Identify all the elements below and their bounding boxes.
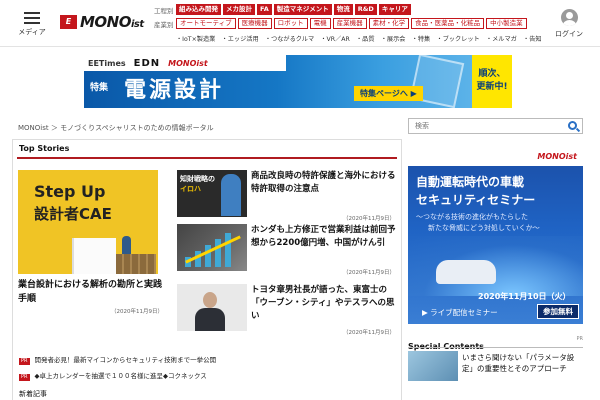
site-header: メディア E MONOist 工程別 組み込み開発 メカ設計 FA 製造マネジメント物…: [0, 0, 600, 47]
join-free-button[interactable]: 参加無料: [537, 304, 579, 319]
ad-headline: 自動運転時代の車載: [416, 175, 525, 189]
banner-title: 電源設計: [124, 78, 225, 103]
pr-badge: PR: [19, 374, 30, 381]
banner-cta-button[interactable]: 特集ページへ ▶: [354, 86, 423, 101]
nav-tag[interactable]: 製造マネジメント: [273, 4, 332, 15]
nav-tag[interactable]: FA: [257, 4, 272, 15]
feature-date: （2020年11月9日）: [111, 309, 163, 315]
breadcrumb[interactable]: MONOist ＞ モノづくりスペシャリストのための情報ポータル: [18, 123, 214, 133]
nav-tag[interactable]: メカ設計: [223, 4, 255, 15]
growth-arrow-icon: [185, 235, 241, 264]
pr-news-item[interactable]: PR ◆卓上カレンダーを抽選で１００名様に進呈◆コクネックス: [19, 370, 207, 381]
ad-brand-logo: MONOist: [537, 152, 577, 161]
section-divider: [17, 157, 397, 159]
eetimes-logo: EETimes: [88, 58, 126, 68]
nav-tag[interactable]: 中小製造業: [486, 18, 527, 29]
banner-update-note: 順次、 更新中!: [472, 55, 512, 108]
pr-label: PR: [576, 336, 584, 342]
special-item[interactable]: いまさら聞けない「パラメータ設定」の重要性とそのアプローチ: [408, 351, 583, 381]
nav-tag[interactable]: 素材・化学: [368, 18, 410, 29]
section-title: Top Stories: [19, 144, 70, 153]
ad-road-graphic: [408, 236, 583, 296]
logo-text: MONOist: [80, 13, 144, 31]
story-date: （2020年11月9日）: [343, 330, 395, 336]
story-headline[interactable]: ホンダも上方修正で営業利益は前回予想から2200億円増、中国がけん引: [251, 224, 397, 250]
story-date: （2020年11月9日）: [343, 270, 395, 276]
special-thumbnail[interactable]: [408, 351, 458, 381]
story-thumbnail[interactable]: [177, 284, 247, 331]
nav-industry-label: 産業別: [154, 20, 174, 29]
search-input[interactable]: [409, 119, 559, 133]
ad-live-label: ▶ ライブ配信セミナー: [422, 308, 498, 317]
speaker-suit: [195, 308, 225, 331]
newest-articles-heading: 新着記事: [19, 390, 47, 398]
nav-process: 工程別 組み込み開発 メカ設計 FA 製造マネジメント 物流 R&D キャリア: [154, 3, 411, 16]
seminar-ad[interactable]: MONOist 自動運転時代の車載 セキュリティセミナー 〜つながる技術の進化が…: [408, 150, 583, 324]
story-item[interactable]: ホンダも上方修正で営業利益は前回予想から2200億円増、中国がけん引 （2020…: [177, 224, 399, 276]
chart-bar-icon: [225, 233, 231, 267]
person-figure-icon: [221, 174, 241, 216]
feature-image-text: Step Up: [34, 182, 106, 201]
nav-tag[interactable]: 食品・医薬品・化粧品: [411, 18, 485, 29]
hamburger-icon: [24, 12, 40, 24]
nav-industry: 産業別 オートモーティブ 医療機器 ロボット 電機 産業機器 素材・化学 食品・医薬品・化粧…: [154, 17, 527, 30]
menu-label: メディア: [18, 28, 46, 36]
ad-subtext: 〜つながる技術の進化がもたらした: [416, 213, 528, 221]
nav-tag[interactable]: ロボット: [273, 18, 308, 29]
car-icon: [436, 260, 496, 284]
ad-brand-bar: MONOist: [408, 150, 583, 166]
illustration-person-icon: [122, 236, 131, 254]
feature-image-subtext: 設計者CAE: [34, 205, 112, 223]
special-contents: Special Contents PR いまさら聞けない「パラメータ設定」の重要…: [408, 334, 584, 381]
story-headline[interactable]: トヨタ章男社長が語った、東富士の「ウーブン・シティ」やテスラへの思い: [251, 284, 397, 323]
nav-process-tags: 組み込み開発 メカ設計 FA 製造マネジメント 物流 R&D キャリア: [176, 4, 411, 15]
login-label: ログイン: [555, 30, 583, 38]
user-avatar-icon: [560, 9, 578, 26]
special-divider: [408, 347, 583, 348]
story-item[interactable]: トヨタ章男社長が語った、東富士の「ウーブン・シティ」やテスラへの思い （2020…: [177, 284, 399, 336]
site-logo[interactable]: E MONOist: [60, 13, 144, 33]
power-design-banner[interactable]: EETimes EDN MONOist 特集 電源設計 特集ページへ ▶ 順次、…: [84, 55, 512, 108]
top-stories-panel: Top Stories Step Up 設計者CAE 業台設計における解析の勘所…: [12, 139, 402, 400]
illustration-wall: [72, 238, 116, 274]
edn-logo: EDN: [133, 57, 161, 69]
nav-tag[interactable]: オートモーティブ: [176, 18, 236, 29]
nav-tag[interactable]: 医療機器: [237, 18, 272, 29]
nav-tag[interactable]: 物流: [333, 4, 353, 15]
ad-subtext-2: 新たな脅威にどう対処していくか〜: [428, 224, 540, 232]
nav-tag[interactable]: キャリア: [378, 4, 411, 15]
nav-tag[interactable]: R&D: [354, 4, 377, 15]
menu-button[interactable]: メディア: [12, 9, 52, 43]
story-date: （2020年11月9日）: [343, 216, 395, 222]
story-item[interactable]: 知財戦略の イロハ 商品改良時の特許保護と海外における特許取得の注意点 （2020…: [177, 170, 399, 222]
nav-topics[interactable]: ・IoT×製造業 ・エッジ活用 ・つながるクルマ ・VR／AR ・品質 ・展示会…: [176, 32, 542, 45]
monoist-logo: MONOist: [168, 58, 208, 68]
story-thumbnail[interactable]: [177, 224, 247, 271]
pr-news-item[interactable]: PR 開発者必見！最新マイコンからセキュリティ技術まで一挙公開: [19, 354, 216, 365]
story-headline[interactable]: 商品改良時の特許保護と海外における特許取得の注意点: [251, 170, 397, 196]
pr-badge: PR: [19, 358, 30, 365]
speaker-head: [203, 292, 217, 308]
nav-tag[interactable]: 組み込み開発: [176, 4, 221, 15]
nav-process-label: 工程別: [154, 6, 174, 15]
nav-industry-tags: オートモーティブ 医療機器 ロボット 電機 産業機器 素材・化学 食品・医薬品・化粧品 中小製…: [176, 18, 527, 29]
banner-feature-label: 特集: [90, 83, 109, 93]
logo-mark-icon: E: [60, 15, 77, 29]
thumb-caption: 知財戦略の イロハ: [180, 175, 215, 193]
ad-date: 2020年11月10日（火）: [478, 292, 571, 301]
nav-tag[interactable]: 産業機器: [332, 18, 367, 29]
nav-tag[interactable]: 電機: [309, 18, 331, 29]
login-button[interactable]: ログイン: [553, 9, 585, 39]
feature-image[interactable]: Step Up 設計者CAE: [18, 170, 158, 274]
feature-headline[interactable]: 業台設計における解析の勘所と実践手順: [18, 278, 168, 306]
search-box: [408, 118, 583, 134]
illustration-stairs: [116, 254, 156, 274]
story-thumbnail[interactable]: 知財戦略の イロハ: [177, 170, 247, 217]
ad-headline-2: セキュリティセミナー: [416, 193, 536, 207]
search-icon[interactable]: [568, 121, 577, 130]
banner-logos: EETimes EDN MONOist: [84, 55, 286, 71]
special-headline[interactable]: いまさら聞けない「パラメータ設定」の重要性とそのアプローチ: [462, 352, 583, 374]
